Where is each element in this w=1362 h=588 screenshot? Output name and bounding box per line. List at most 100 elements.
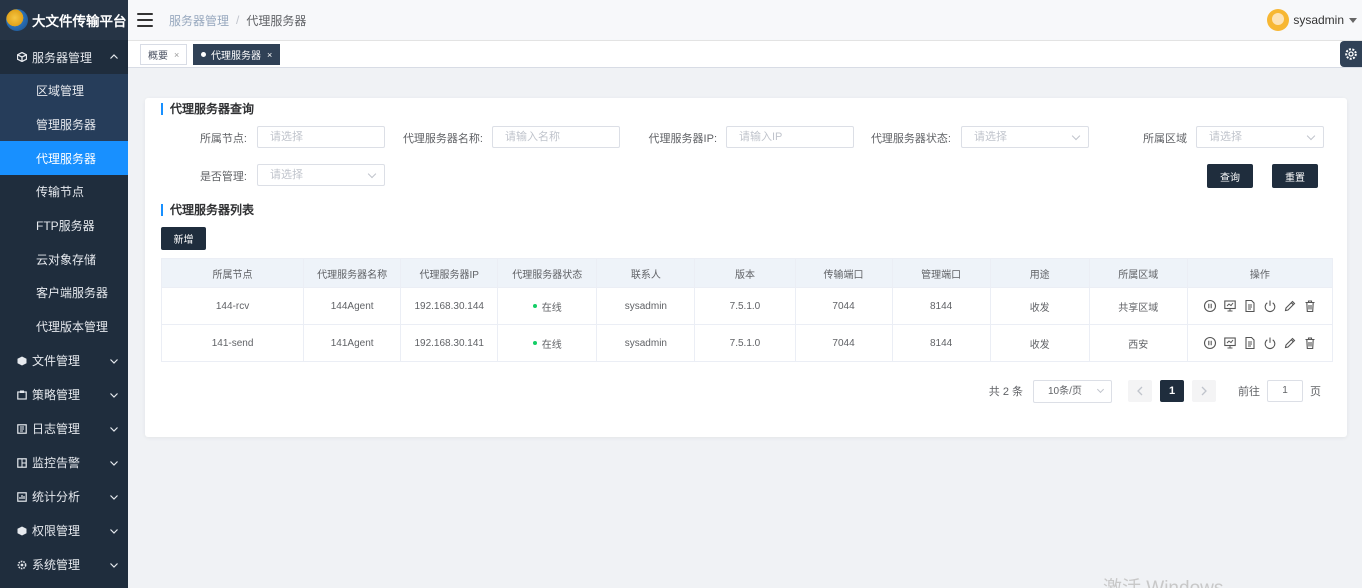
hamburger-menu-icon[interactable] <box>137 13 153 27</box>
menu-statistics[interactable]: 统计分析 <box>0 480 128 514</box>
table-row: 144-rcv 144Agent 192.168.30.144 在线 sysad… <box>160 287 1334 325</box>
chevron-down-icon <box>1096 385 1105 393</box>
delete-icon[interactable] <box>1303 336 1317 350</box>
breadcrumb-separator: / <box>236 13 240 27</box>
col-header: 操作 <box>1186 258 1334 288</box>
cell-usage: 收发 <box>989 287 1090 325</box>
caret-down-icon <box>1349 17 1357 23</box>
menu-permission[interactable]: 权限管理 <box>0 514 128 548</box>
menu-label: 系统管理 <box>32 558 81 572</box>
cell-version: 7.5.1.0 <box>694 324 796 362</box>
list-section-title: 代理服务器列表 <box>161 204 254 216</box>
page-number-current[interactable]: 1 <box>1160 380 1184 402</box>
status-dot-icon <box>532 341 537 345</box>
ip-input[interactable]: 请输入IP <box>726 126 854 148</box>
chevron-down-icon <box>110 426 118 432</box>
managed-select[interactable]: 请选择 <box>257 164 385 186</box>
sidebar-item-transfer-node[interactable]: 传输节点 <box>0 175 128 209</box>
presentation-icon[interactable] <box>1223 299 1237 313</box>
close-icon[interactable]: × <box>267 50 272 60</box>
sidebar-item-proxy-version[interactable]: 代理版本管理 <box>0 309 128 344</box>
sidebar-item-proxy-server[interactable]: 代理服务器 <box>0 141 128 176</box>
menu-label: 策略管理 <box>32 388 81 402</box>
pause-icon[interactable] <box>1203 299 1217 313</box>
menu-policy-management[interactable]: 策略管理 <box>0 378 128 412</box>
cell-mgmt-port: 8144 <box>891 287 991 325</box>
menu-monitor-alarm[interactable]: 监控告警 <box>0 446 128 480</box>
cell-node: 141-send <box>160 324 305 362</box>
name-input[interactable]: 请输入名称 <box>492 126 620 148</box>
table-header-row: 所属节点 代理服务器名称 代理服务器IP 代理服务器状态 联系人 版本 传输端口… <box>160 258 1334 288</box>
reset-button[interactable]: 重置 <box>1272 164 1318 188</box>
col-header: 用途 <box>989 258 1090 288</box>
menu-log-management[interactable]: 日志管理 <box>0 412 128 446</box>
node-select[interactable]: 请选择 <box>257 126 385 148</box>
pagination: 共 2 条 10条/页 1 前往 1 页 <box>989 379 1321 403</box>
username: sysadmin <box>1293 13 1344 27</box>
sidebar-item-cloud-storage[interactable]: 云对象存储 <box>0 242 128 277</box>
pause-icon[interactable] <box>1203 336 1217 350</box>
close-icon[interactable]: × <box>174 50 179 60</box>
col-header: 所属区域 <box>1088 258 1188 288</box>
col-header: 代理服务器名称 <box>303 258 402 288</box>
cell-contact: sysadmin <box>596 287 696 325</box>
presentation-icon[interactable] <box>1223 336 1237 350</box>
sidebar-item-management-server[interactable]: 管理服务器 <box>0 107 128 142</box>
chevron-right-icon <box>1201 386 1207 396</box>
menu-label: 文件管理 <box>32 354 81 368</box>
chevron-down-icon <box>1306 131 1316 141</box>
add-button[interactable]: 新增 <box>161 227 206 250</box>
user-menu[interactable]: sysadmin <box>1267 9 1357 31</box>
page-suffix: 页 <box>1310 386 1321 398</box>
cell-region: 西安 <box>1088 324 1188 362</box>
cell-actions <box>1186 287 1334 325</box>
menu-label: 监控告警 <box>32 456 81 470</box>
tab-overview[interactable]: 概要 × <box>140 44 188 65</box>
menu-server-management[interactable]: 服务器管理 <box>0 40 128 74</box>
col-header: 代理服务器状态 <box>497 258 598 288</box>
menu-system[interactable]: 系统管理 <box>0 548 128 582</box>
menu-label: 权限管理 <box>32 524 81 538</box>
breadcrumb-item-server-management[interactable]: 服务器管理 <box>169 12 229 29</box>
settings-gear-button[interactable] <box>1340 41 1362 67</box>
chevron-down-icon <box>1071 131 1081 141</box>
cell-node: 144-rcv <box>160 287 305 325</box>
region-select[interactable]: 请选择 <box>1196 126 1324 148</box>
document-icon[interactable] <box>1243 336 1257 350</box>
next-page-button[interactable] <box>1192 380 1216 402</box>
edit-icon[interactable] <box>1283 336 1297 350</box>
breadcrumb: 服务器管理 / 代理服务器 <box>169 12 306 29</box>
delete-icon[interactable] <box>1303 299 1317 313</box>
document-icon[interactable] <box>1243 299 1257 313</box>
sidebar-item-region[interactable]: 区域管理 <box>0 74 128 108</box>
chevron-down-icon <box>110 562 118 568</box>
sidebar-item-ftp-server[interactable]: FTP服务器 <box>0 208 128 243</box>
cell-ip: 192.168.30.144 <box>400 287 499 325</box>
status-badge: 在线 <box>532 299 562 314</box>
edit-icon[interactable] <box>1283 299 1297 313</box>
search-button[interactable]: 查询 <box>1207 164 1253 188</box>
table-row: 141-send 141Agent 192.168.30.141 在线 sysa… <box>160 324 1334 362</box>
tags-view: 概要 × 代理服务器 × <box>128 41 1362 68</box>
main-content: 代理服务器查询 所属节点: 请选择 代理服务器名称: 请输入名称 代理服务器IP… <box>128 68 1362 588</box>
page-size-select[interactable]: 10条/页 <box>1033 379 1112 403</box>
chevron-down-icon <box>110 528 118 534</box>
menu-file-management[interactable]: 文件管理 <box>0 344 128 378</box>
col-header: 传输端口 <box>794 258 893 288</box>
tab-label: 代理服务器 <box>211 51 261 62</box>
chevron-up-icon <box>110 54 118 59</box>
power-icon[interactable] <box>1263 336 1277 350</box>
prev-page-button[interactable] <box>1128 380 1152 402</box>
tab-label: 概要 <box>148 51 168 62</box>
content-card: 代理服务器查询 所属节点: 请选择 代理服务器名称: 请输入名称 代理服务器IP… <box>145 98 1347 437</box>
power-icon[interactable] <box>1263 299 1277 313</box>
sidebar-item-client-server[interactable]: 客户端服务器 <box>0 276 128 310</box>
status-select[interactable]: 请选择 <box>961 126 1089 148</box>
goto-page-input[interactable]: 1 <box>1267 380 1303 402</box>
chart-icon <box>17 491 27 502</box>
status-text: 在线 <box>541 302 562 314</box>
tab-proxy-server[interactable]: 代理服务器 × <box>193 44 281 65</box>
app-logo[interactable]: 大文件传输平台 <box>0 0 128 40</box>
cell-contact: sysadmin <box>596 324 696 362</box>
col-header: 管理端口 <box>891 258 991 288</box>
